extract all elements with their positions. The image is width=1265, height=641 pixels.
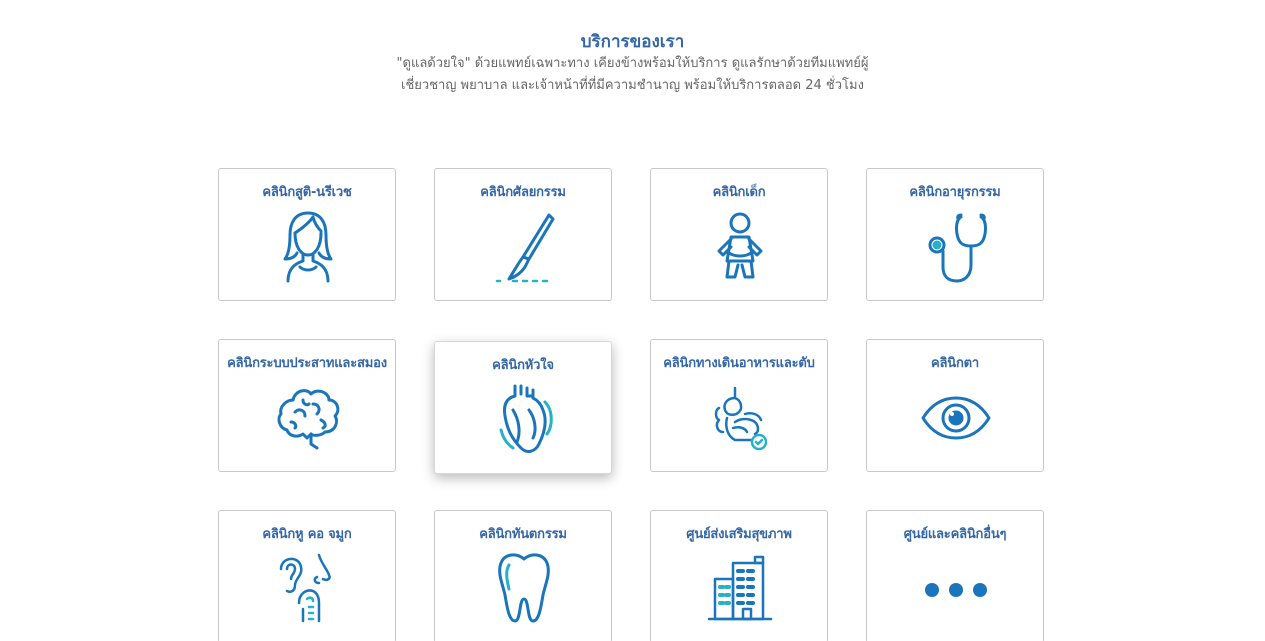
clinic-card-cardiology[interactable]: คลินิกหัวใจ bbox=[434, 341, 612, 474]
clinic-card-dental[interactable]: คลินิกทันตกรรม bbox=[434, 510, 612, 641]
clinic-card-label: ศูนย์ส่งเสริมสุขภาพ bbox=[686, 527, 792, 542]
clinic-card-pediatrics[interactable]: คลินิกเด็ก bbox=[650, 168, 828, 301]
services-section: บริการของเรา "ดูแลด้วยใจ" ด้วยแพทย์เฉพาะ… bbox=[0, 0, 1265, 641]
clinic-card-label: คลินิกศัลยกรรม bbox=[480, 185, 566, 200]
digestive-system-icon bbox=[705, 378, 775, 454]
clinic-card-label: คลินิกสูติ-นรีเวช bbox=[262, 185, 352, 200]
building-icon bbox=[705, 549, 775, 625]
clinic-card-neurology[interactable]: คลินิกระบบประสาทและสมอง bbox=[218, 339, 396, 472]
clinic-card-label: คลินิกหู คอ จมูก bbox=[262, 527, 352, 542]
clinic-card-gastroenterology[interactable]: คลินิกทางเดินอาหารและตับ bbox=[650, 339, 828, 472]
ear-nose-throat-icon bbox=[273, 549, 343, 625]
clinic-card-other-centers[interactable]: ศูนย์และคลินิกอื่นๆ bbox=[866, 510, 1044, 641]
clinic-card-label: ศูนย์และคลินิกอื่นๆ bbox=[903, 527, 1007, 542]
baby-icon bbox=[705, 207, 775, 283]
section-description: "ดูแลด้วยใจ" ด้วยแพทย์เฉพาะทาง เคียงข้าง… bbox=[0, 53, 1265, 97]
clinic-card-label: คลินิกเด็ก bbox=[712, 185, 766, 200]
section-description-line-1: "ดูแลด้วยใจ" ด้วยแพทย์เฉพาะทาง เคียงข้าง… bbox=[396, 56, 869, 71]
heart-icon bbox=[489, 380, 559, 456]
clinic-card-label: คลินิกระบบประสาทและสมอง bbox=[227, 356, 387, 371]
clinic-card-surgery[interactable]: คลินิกศัลยกรรม bbox=[434, 168, 612, 301]
clinic-card-label: คลินิกตา bbox=[931, 356, 979, 371]
brain-icon bbox=[273, 378, 343, 454]
eye-icon bbox=[921, 378, 991, 454]
clinic-card-ent[interactable]: คลินิกหู คอ จมูก bbox=[218, 510, 396, 641]
more-dots-icon bbox=[921, 549, 991, 625]
section-title: บริการของเรา bbox=[580, 32, 685, 52]
stethoscope-icon bbox=[921, 207, 991, 283]
scalpel-icon bbox=[489, 207, 559, 283]
tooth-icon bbox=[489, 549, 559, 625]
clinic-card-ophthalmology[interactable]: คลินิกตา bbox=[866, 339, 1044, 472]
clinic-card-label: คลินิกทางเดินอาหารและตับ bbox=[663, 356, 815, 371]
woman-icon bbox=[273, 207, 343, 283]
section-description-line-2: เชี่ยวชาญ พยาบาล และเจ้าหน้าที่ที่มีความ… bbox=[401, 78, 864, 93]
clinic-card-health-promotion[interactable]: ศูนย์ส่งเสริมสุขภาพ bbox=[650, 510, 828, 641]
clinic-card-obgyn[interactable]: คลินิกสูติ-นรีเวช bbox=[218, 168, 396, 301]
clinic-card-label: คลินิกหัวใจ bbox=[492, 358, 554, 373]
clinic-card-label: คลินิกอายุรกรรม bbox=[909, 185, 1001, 200]
clinic-card-label: คลินิกทันตกรรม bbox=[479, 527, 567, 542]
clinic-card-internal-medicine[interactable]: คลินิกอายุรกรรม bbox=[866, 168, 1044, 301]
